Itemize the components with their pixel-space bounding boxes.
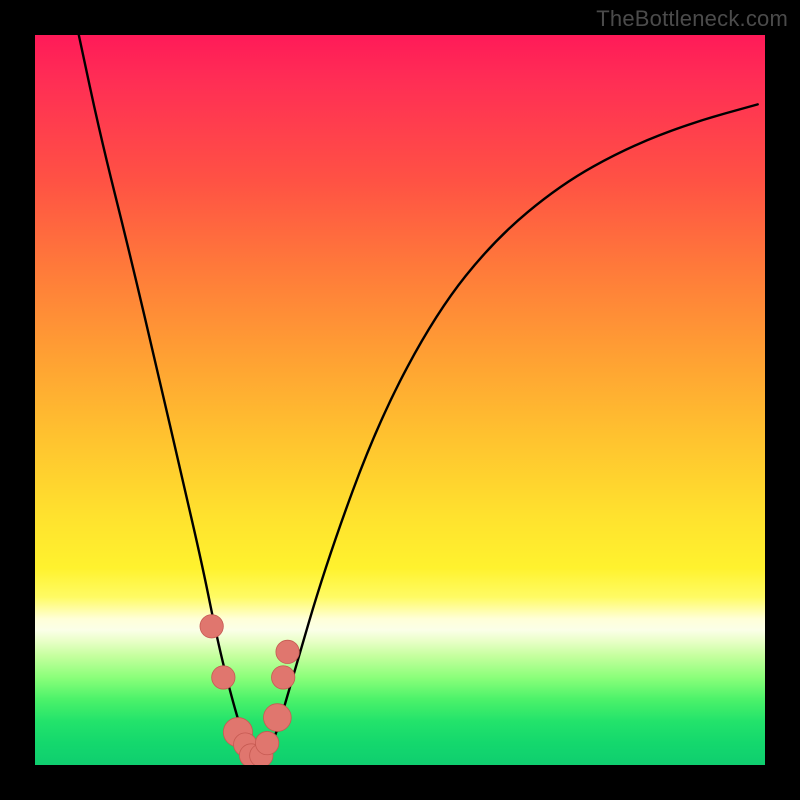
curve-marker — [255, 731, 278, 754]
watermark-text: TheBottleneck.com — [596, 6, 788, 32]
marker-group — [200, 615, 299, 765]
bottleneck-curve — [79, 35, 758, 756]
curve-marker — [272, 666, 295, 689]
curve-marker — [212, 666, 235, 689]
curve-marker — [263, 704, 291, 732]
plot-area — [35, 35, 765, 765]
chart-stage: TheBottleneck.com — [0, 0, 800, 800]
curve-layer — [35, 35, 765, 765]
curve-marker — [200, 615, 223, 638]
curve-marker — [276, 640, 299, 663]
